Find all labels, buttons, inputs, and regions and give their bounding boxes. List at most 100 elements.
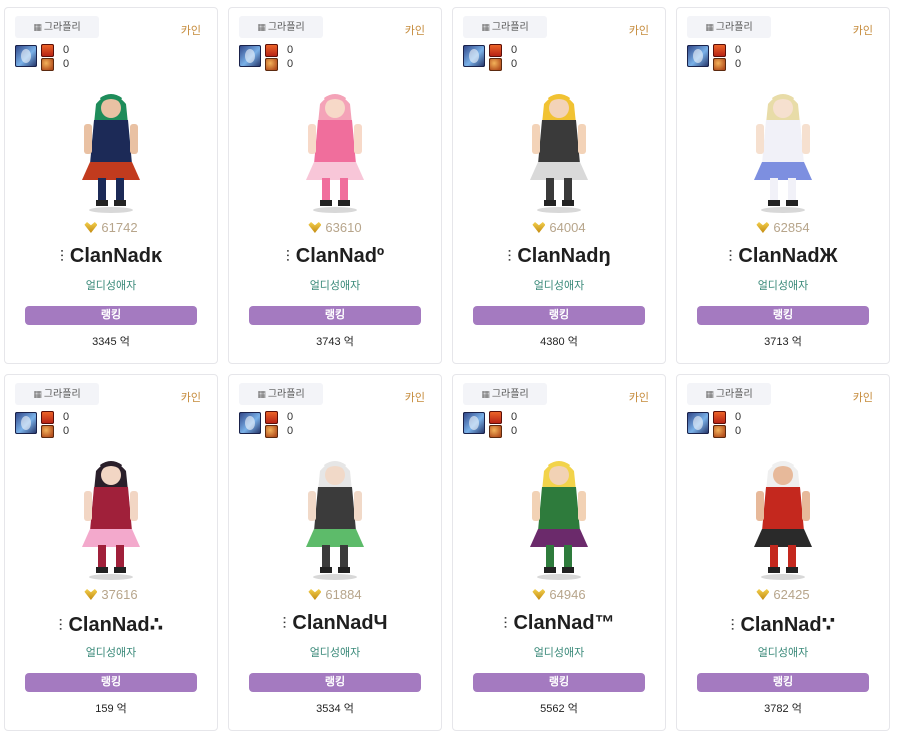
character-name[interactable]: ⫶ ClanNadЖ: [677, 245, 889, 268]
character-card[interactable]: ▦ 그라플리 카인 0 0 37616 ⫶ ClanNad∴ 얼디성애자 랭킹 15…: [4, 374, 218, 731]
character-avatar[interactable]: [280, 451, 390, 581]
server-tag: ▦ 그라플리: [239, 383, 323, 405]
ranking-button[interactable]: 랭킹: [25, 673, 197, 692]
job-label: 카인: [404, 25, 425, 37]
guild-name[interactable]: 얼디성애자: [677, 644, 889, 660]
character-avatar[interactable]: [56, 451, 166, 581]
medal-icon: [532, 222, 546, 233]
character-card[interactable]: ▦ 그라플리 카인 0 0 62854 ⫶ ClanNadЖ 얼디성애자 랭킹 37…: [676, 7, 890, 364]
ranking-button[interactable]: 랭킹: [473, 306, 645, 325]
character-name[interactable]: ⫶ ClanNadŋ: [453, 245, 665, 268]
clan-mark-icon: ⫶: [59, 249, 64, 266]
job-label: 카인: [628, 392, 649, 404]
character-avatar[interactable]: [280, 84, 390, 214]
server-icon: ▦: [33, 389, 42, 399]
stat-block: 0 0: [239, 44, 309, 72]
title-icon: [713, 411, 726, 424]
character-card[interactable]: ▦ 그라플리 카인 0 0 63610 ⫶ ClanNadº 얼디성애자 랭킹 37…: [228, 7, 442, 364]
character-name-text: ClanNadЖ: [738, 245, 838, 267]
ranking-button[interactable]: 랭킹: [249, 673, 421, 692]
guild-name[interactable]: 얼디성애자: [453, 644, 665, 660]
score-value: 63610: [325, 220, 362, 235]
guild-name[interactable]: 얼디성애자: [229, 277, 441, 293]
server-tag: ▦ 그라플리: [687, 16, 771, 38]
character-avatar[interactable]: [728, 84, 838, 214]
guild-name[interactable]: 얼디성애자: [453, 277, 665, 293]
guild-name[interactable]: 얼디성애자: [677, 277, 889, 293]
aura-icon: [41, 425, 54, 438]
fame-value: 3534 억: [316, 703, 354, 715]
character-avatar[interactable]: [56, 84, 166, 214]
character-avatar[interactable]: [504, 84, 614, 214]
title-icon: [265, 411, 278, 424]
fame-value: 3743 억: [316, 336, 354, 348]
ranking-button[interactable]: 랭킹: [249, 306, 421, 325]
clan-mark-icon: ⫶: [507, 249, 512, 266]
creature-icon: [463, 412, 485, 434]
server-icon: ▦: [481, 389, 490, 399]
fame-value: 3713 억: [764, 336, 802, 348]
stat-value: 0: [511, 411, 518, 423]
character-name[interactable]: ⫶ ClanNadº: [229, 245, 441, 268]
medal-icon: [84, 589, 98, 600]
character-avatar[interactable]: [728, 451, 838, 581]
character-card[interactable]: ▦ 그라플리 카인 0 0 64946 ⫶ ClanNad™ 얼디성애자 랭킹 55…: [452, 374, 666, 731]
aura-icon: [713, 425, 726, 438]
server-tag: ▦ 그라플리: [463, 383, 547, 405]
stat-value: 0: [63, 411, 70, 423]
character-card[interactable]: ▦ 그라플리 카인 0 0 61884 ⫶ ClanNadЧ 얼디성애자 랭킹 35…: [228, 374, 442, 731]
ranking-button[interactable]: 랭킹: [473, 673, 645, 692]
fame-value: 3345 억: [92, 336, 130, 348]
job-label: 카인: [628, 25, 649, 37]
character-card[interactable]: ▦ 그라플리 카인 0 0 61742 ⫶ ClanNadĸ 얼디성애자 랭킹 33…: [4, 7, 218, 364]
title-icon: [41, 44, 54, 57]
clan-mark-icon: ⫶: [58, 618, 63, 635]
aura-icon: [265, 58, 278, 71]
ranking-button[interactable]: 랭킹: [697, 306, 869, 325]
score-value: 37616: [101, 587, 138, 602]
medal-icon: [532, 589, 546, 600]
character-name[interactable]: ⫶ ClanNad∵: [677, 612, 889, 637]
aura-icon: [265, 425, 278, 438]
fame-value: 3782 억: [764, 703, 802, 715]
guild-name[interactable]: 얼디성애자: [5, 644, 217, 660]
job-label: 카인: [180, 392, 201, 404]
stat-value: 0: [287, 58, 294, 70]
stat-block: 0 0: [15, 44, 85, 72]
server-name: 그라플리: [267, 389, 305, 400]
character-card[interactable]: ▦ 그라플리 카인 0 0 62425 ⫶ ClanNad∵ 얼디성애자 랭킹 37…: [676, 374, 890, 731]
ranking-button[interactable]: 랭킹: [25, 306, 197, 325]
character-name[interactable]: ⫶ ClanNadЧ: [229, 612, 441, 635]
character-name[interactable]: ⫶ ClanNadĸ: [5, 245, 217, 268]
creature-icon: [687, 412, 709, 434]
title-icon: [265, 44, 278, 57]
server-name: 그라플리: [267, 22, 305, 33]
ranking-button[interactable]: 랭킹: [697, 673, 869, 692]
character-name[interactable]: ⫶ ClanNad™: [453, 612, 665, 635]
server-name: 그라플리: [43, 22, 81, 33]
character-name[interactable]: ⫶ ClanNad∴: [5, 612, 217, 637]
stat-value: 0: [287, 44, 294, 56]
aura-icon: [489, 425, 502, 438]
stat-block: 0 0: [463, 44, 533, 72]
guild-name[interactable]: 얼디성애자: [229, 644, 441, 660]
stat-value: 0: [735, 411, 742, 423]
character-name-text: ClanNad∴: [68, 614, 164, 636]
character-name-text: ClanNad∵: [740, 614, 836, 636]
aura-icon: [489, 58, 502, 71]
clan-mark-icon: ⫶: [730, 618, 735, 635]
character-card[interactable]: ▦ 그라플리 카인 0 0 64004 ⫶ ClanNadŋ 얼디성애자 랭킹 43…: [452, 7, 666, 364]
guild-name[interactable]: 얼디성애자: [5, 277, 217, 293]
fame-value: 159 억: [95, 703, 127, 715]
aura-icon: [41, 58, 54, 71]
creature-icon: [239, 412, 261, 434]
stat-value: 0: [511, 44, 518, 56]
stat-value: 0: [735, 425, 742, 437]
clan-mark-icon: ⫶: [728, 249, 733, 266]
fame-value: 5562 억: [540, 703, 578, 715]
server-icon: ▦: [257, 22, 266, 32]
stat-block: 0 0: [687, 44, 757, 72]
title-icon: [489, 411, 502, 424]
character-name-text: ClanNadĸ: [69, 245, 163, 267]
character-avatar[interactable]: [504, 451, 614, 581]
